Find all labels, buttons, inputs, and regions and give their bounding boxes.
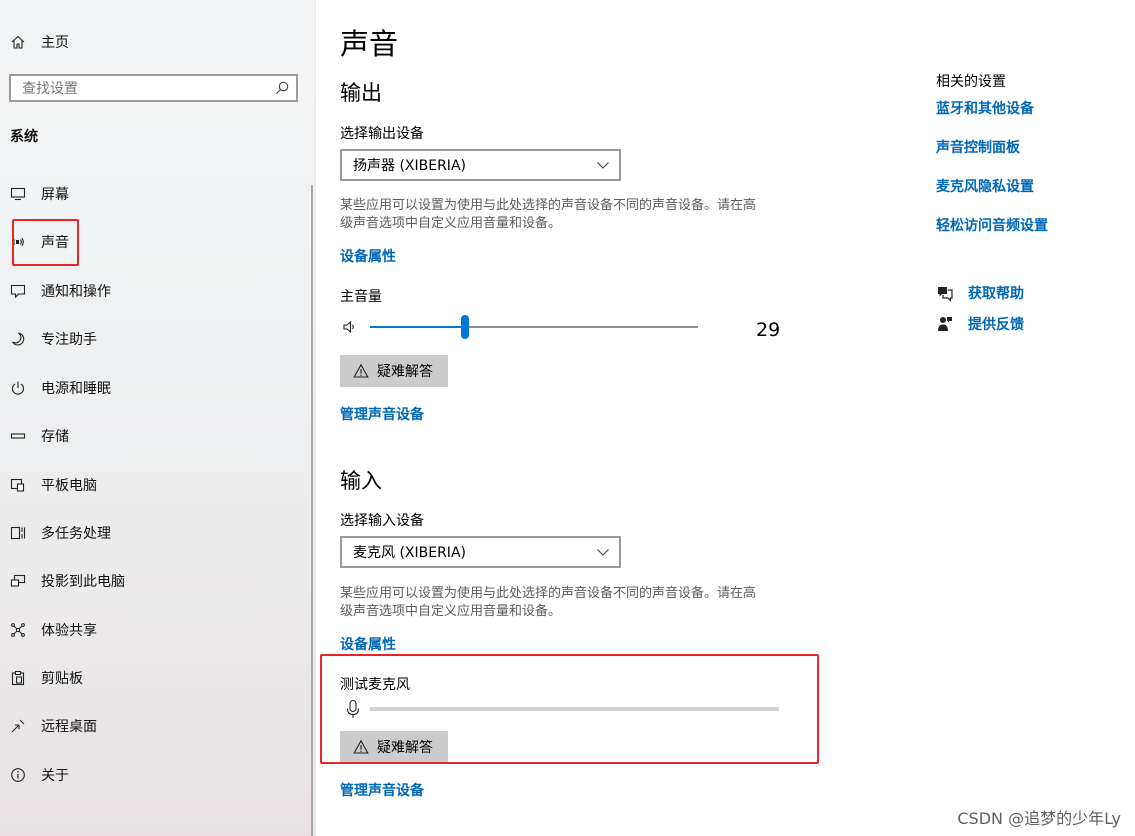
- output-description-line2: 级声音选项中自定义应用音量和设备。: [340, 216, 562, 231]
- tablet-icon: [9, 476, 27, 494]
- sidebar-item-about[interactable]: 关于: [0, 757, 300, 793]
- sidebar-item-multitasking[interactable]: 多任务处理: [0, 515, 300, 551]
- sidebar-item-tablet[interactable]: 平板电脑: [0, 467, 300, 503]
- sidebar-item-label: 多任务处理: [41, 526, 111, 542]
- sidebar-section-title: 系统: [10, 129, 38, 145]
- input-device-value: 麦克风 (XIBERIA): [353, 545, 466, 561]
- volume-slider[interactable]: [370, 315, 698, 339]
- output-description-line1: 某些应用可以设置为使用与此处选择的声音设备不同的声音设备。请在高: [340, 198, 757, 213]
- input-description: 某些应用可以设置为使用与此处选择的声音设备不同的声音设备。请在高 级声音选项中自…: [340, 585, 810, 621]
- sidebar-item-label: 体验共享: [41, 623, 97, 639]
- page-title: 声音: [340, 27, 399, 61]
- chevron-down-icon: [596, 545, 610, 559]
- output-troubleshoot-label: 疑难解答: [377, 364, 433, 380]
- output-heading: 输出: [340, 81, 382, 105]
- sidebar-home[interactable]: 主页: [0, 24, 300, 60]
- storage-icon: [9, 427, 27, 445]
- input-device-select[interactable]: 麦克风 (XIBERIA): [340, 536, 621, 568]
- sidebar-home-label: 主页: [41, 35, 69, 51]
- feedback-person-icon: [936, 315, 954, 333]
- multitask-icon: [9, 524, 27, 542]
- get-help-row[interactable]: 获取帮助: [936, 283, 1024, 303]
- annotation-highlight-sound: [12, 219, 79, 266]
- input-description-line1: 某些应用可以设置为使用与此处选择的声音设备不同的声音设备。请在高: [340, 586, 757, 601]
- notification-icon: [9, 282, 27, 300]
- power-icon: [9, 379, 27, 397]
- master-volume-label: 主音量: [340, 289, 382, 305]
- sidebar-item-label: 屏幕: [41, 187, 69, 203]
- sidebar-item-label: 远程桌面: [41, 719, 97, 735]
- sidebar-item-label: 关于: [41, 768, 69, 784]
- output-troubleshoot-button[interactable]: 疑难解答: [340, 355, 448, 387]
- help-chat-icon: [936, 284, 954, 302]
- related-settings-title: 相关的设置: [936, 74, 1006, 90]
- output-manage-devices-link[interactable]: 管理声音设备: [340, 404, 424, 424]
- remote-desktop-icon: [9, 717, 27, 735]
- projection-icon: [9, 572, 27, 590]
- clipboard-icon: [9, 669, 27, 687]
- sidebar-item-label: 电源和睡眠: [41, 381, 111, 397]
- sidebar-item-storage[interactable]: 存储: [0, 418, 300, 454]
- volume-slider-thumb[interactable]: [461, 315, 470, 339]
- sidebar-scrollbar[interactable]: [311, 185, 313, 836]
- output-device-value: 扬声器 (XIBERIA): [353, 158, 466, 174]
- annotation-highlight-test-mic: [320, 654, 819, 764]
- related-link-sound-control-panel[interactable]: 声音控制面板: [936, 137, 1020, 157]
- sidebar-item-label: 存储: [41, 429, 69, 445]
- feedback-link[interactable]: 提供反馈: [968, 314, 1024, 334]
- related-link-ease-of-access-audio[interactable]: 轻松访问音频设置: [936, 215, 1048, 235]
- sidebar-item-label: 投影到此电脑: [41, 574, 125, 590]
- output-device-select[interactable]: 扬声器 (XIBERIA): [340, 149, 621, 181]
- get-help-link[interactable]: 获取帮助: [968, 283, 1024, 303]
- output-device-properties-link[interactable]: 设备属性: [340, 246, 396, 266]
- sidebar-divider: [314, 0, 316, 836]
- sidebar: 主页 查找设置 系统 屏幕 声音 通知和操作 专注助手 电源和睡眠 存储 平板电…: [0, 0, 316, 836]
- output-description: 某些应用可以设置为使用与此处选择的声音设备不同的声音设备。请在高 级声音选项中自…: [340, 197, 810, 233]
- feedback-row[interactable]: 提供反馈: [936, 314, 1024, 334]
- info-icon: [9, 766, 27, 784]
- sidebar-item-projection[interactable]: 投影到此电脑: [0, 563, 300, 599]
- sidebar-item-display[interactable]: 屏幕: [0, 176, 300, 212]
- volume-value: 29: [756, 319, 781, 341]
- share-icon: [9, 621, 27, 639]
- input-device-properties-link[interactable]: 设备属性: [340, 634, 396, 654]
- warning-icon: [353, 363, 369, 379]
- output-device-label: 选择输出设备: [340, 126, 424, 142]
- monitor-icon: [9, 185, 27, 203]
- input-description-line2: 级声音选项中自定义应用音量和设备。: [340, 604, 562, 619]
- sidebar-item-notifications[interactable]: 通知和操作: [0, 273, 300, 309]
- sidebar-item-focus-assist[interactable]: 专注助手: [0, 321, 300, 357]
- related-link-mic-privacy[interactable]: 麦克风隐私设置: [936, 176, 1034, 196]
- sidebar-item-label: 平板电脑: [41, 478, 97, 494]
- sidebar-item-label: 专注助手: [41, 332, 97, 348]
- moon-icon: [9, 330, 27, 348]
- input-manage-devices-link[interactable]: 管理声音设备: [340, 780, 424, 800]
- input-heading: 输入: [340, 469, 382, 493]
- volume-icon[interactable]: [342, 319, 358, 335]
- sidebar-item-power[interactable]: 电源和睡眠: [0, 370, 300, 406]
- related-link-bluetooth[interactable]: 蓝牙和其他设备: [936, 98, 1034, 118]
- search-icon[interactable]: [274, 80, 290, 96]
- sidebar-item-shared-experiences[interactable]: 体验共享: [0, 612, 300, 648]
- sidebar-item-clipboard[interactable]: 剪贴板: [0, 660, 300, 696]
- search-placeholder: 查找设置: [22, 81, 78, 97]
- input-device-label: 选择输入设备: [340, 513, 424, 529]
- volume-slider-fill: [370, 326, 466, 328]
- chevron-down-icon: [596, 158, 610, 172]
- watermark: CSDN @追梦的少年Ly: [957, 809, 1121, 828]
- search-input[interactable]: 查找设置: [9, 74, 298, 102]
- home-icon: [9, 33, 27, 51]
- sidebar-item-remote-desktop[interactable]: 远程桌面: [0, 708, 300, 744]
- sidebar-item-label: 剪贴板: [41, 671, 83, 687]
- sidebar-item-label: 通知和操作: [41, 284, 111, 300]
